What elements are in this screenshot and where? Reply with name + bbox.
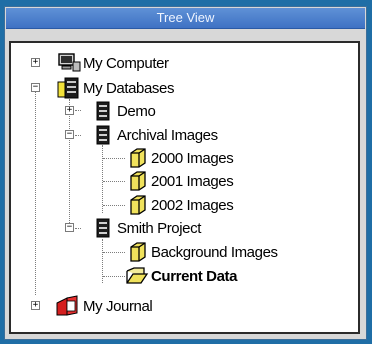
- folder-icon: [130, 242, 146, 262]
- folder-icon: [130, 195, 146, 215]
- tree-item-background-images[interactable]: Background Images: [11, 241, 331, 263]
- expand-button[interactable]: +: [31, 301, 40, 310]
- tree-item-label: Smith Project: [117, 219, 201, 237]
- tree-item-label: Demo: [117, 102, 156, 120]
- tree-item-label: Background Images: [151, 243, 278, 261]
- tree-item-demo[interactable]: + Demo: [11, 100, 211, 122]
- tree-item-archival-images[interactable]: − Archival Images: [11, 124, 251, 146]
- tree-item-label: 2000 Images: [151, 149, 234, 167]
- collapse-button[interactable]: −: [65, 130, 74, 139]
- tree-item-2001-images[interactable]: 2001 Images: [11, 170, 271, 192]
- expand-button[interactable]: +: [31, 58, 40, 67]
- tree-item-label: Current Data: [151, 267, 238, 285]
- tree-panel: + My Computer − My Databases + Demo − Ar…: [9, 41, 360, 334]
- collapse-button[interactable]: −: [31, 83, 40, 92]
- tree-item-my-databases[interactable]: − My Databases: [11, 77, 211, 99]
- database-icon: [96, 101, 110, 121]
- expand-button[interactable]: +: [65, 106, 74, 115]
- folder-icon: [130, 148, 146, 168]
- open-folder-icon: [126, 267, 149, 284]
- tree-item-my-computer[interactable]: + My Computer: [11, 52, 211, 74]
- collapse-button[interactable]: −: [65, 223, 74, 232]
- tree-item-label: Archival Images: [117, 126, 218, 144]
- folder-icon: [130, 171, 146, 191]
- tree-item-label: My Computer: [83, 54, 169, 72]
- databases-icon: [57, 77, 79, 99]
- tree-view-window: Tree View + My Computer − My Databases +…: [4, 6, 367, 340]
- tree-item-smith-project[interactable]: − Smith Project: [11, 217, 251, 239]
- tree-item-2002-images[interactable]: 2002 Images: [11, 194, 271, 216]
- journal-icon: [56, 295, 78, 316]
- database-icon: [96, 218, 110, 238]
- tree-item-label: My Journal: [83, 297, 153, 315]
- tree-item-2000-images[interactable]: 2000 Images: [11, 147, 271, 169]
- window-title: Tree View: [6, 8, 365, 29]
- tree-item-label: My Databases: [83, 79, 175, 97]
- tree-item-label: 2002 Images: [151, 196, 234, 214]
- computer-icon: [58, 53, 81, 72]
- database-icon: [96, 125, 110, 145]
- tree-item-current-data[interactable]: Current Data: [11, 265, 331, 287]
- tree-item-label: 2001 Images: [151, 172, 234, 190]
- tree-item-my-journal[interactable]: + My Journal: [11, 295, 211, 317]
